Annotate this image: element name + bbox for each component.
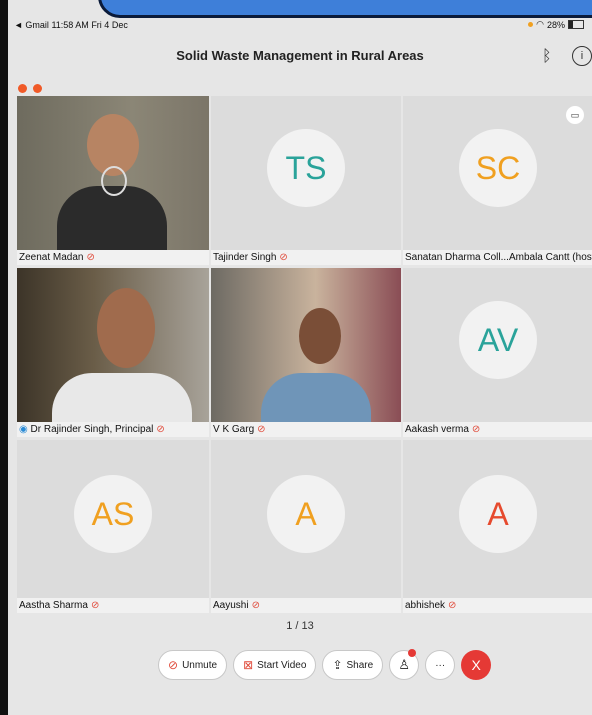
participant-name-strip: Zeenat Madan ⊘ <box>17 250 209 265</box>
status-bar: ◄ Gmail 11:58 AM Fri 4 Dec ◠ 28% <box>8 16 592 34</box>
mic-indicator-icon <box>528 22 534 27</box>
status-left: ◄ Gmail 11:58 AM Fri 4 Dec <box>14 20 128 30</box>
battery-percent: 28% <box>546 19 565 30</box>
participant-name: Aastha Sharma <box>19 600 88 611</box>
participant-video-face <box>97 288 155 368</box>
video-off-icon: ⊠ <box>243 658 254 672</box>
left-edge-bar <box>0 0 8 715</box>
participant-tile-7[interactable]: AS Aastha Sharma ⊘ <box>17 440 209 613</box>
back-to-app-link[interactable]: ◄ Gmail <box>14 20 49 30</box>
participant-avatar: AS <box>74 475 152 553</box>
status-time: 11:58 AM <box>51 20 89 30</box>
participant-name: Aakash verma <box>405 424 469 435</box>
muted-mic-icon: ⊘ <box>90 600 100 611</box>
notification-badge <box>408 649 417 657</box>
status-right: ◠ 28% <box>528 19 584 30</box>
end-call-button[interactable]: X <box>461 650 492 680</box>
muted-mic-icon: ⊘ <box>86 252 95 263</box>
muted-mic-icon: ⊘ <box>471 424 481 435</box>
participant-name: abhishek <box>405 600 446 611</box>
participant-avatar: TS <box>267 129 345 207</box>
recording-indicators <box>18 84 42 93</box>
ipad-screen: ◄ Gmail 11:58 AM Fri 4 Dec ◠ 28% Solid W… <box>8 0 592 715</box>
status-date: Fri 4 Dec <box>91 20 128 30</box>
participant-name-strip: abhishek ⊘ <box>403 598 592 613</box>
start-video-button[interactable]: ⊠ Start Video <box>233 650 317 680</box>
muted-mic-icon: ⊘ <box>257 424 266 435</box>
meeting-title: Solid Waste Management in Rural Areas <box>176 48 424 63</box>
participants-button[interactable]: ♙ <box>389 649 420 680</box>
muted-mic-icon: ⊘ <box>156 424 165 435</box>
page-indicator: 1 / 13 <box>286 620 314 632</box>
participant-name: V K Garg <box>213 424 255 435</box>
participant-avatar: AV <box>459 301 537 379</box>
host-indicator-icon: ◉ <box>19 424 28 435</box>
unmute-button[interactable]: ⊘ Unmute <box>158 650 228 680</box>
participant-name: Sanatan Dharma Coll...Ambala Cantt (host… <box>405 252 592 263</box>
participant-tile-5[interactable]: V K Garg ⊘ <box>211 268 401 437</box>
participant-tile-6[interactable]: AV Aakash verma ⊘ <box>403 268 592 437</box>
participant-name-strip: Aayushi ⊘ <box>211 598 401 613</box>
participant-name-strip: Aakash verma ⊘ <box>403 422 592 437</box>
participant-tile-1[interactable]: Zeenat Madan ⊘ <box>17 96 209 265</box>
participant-name: Dr Rajinder Singh, Principal <box>30 424 154 435</box>
participant-name: Zeenat Madan <box>19 252 84 263</box>
bluetooth-icon[interactable]: ᛒ <box>542 48 552 66</box>
participant-name: Tajinder Singh <box>213 252 277 263</box>
participant-tile-9[interactable]: A abhishek ⊘ <box>403 440 592 613</box>
participant-name-strip: Sanatan Dharma Coll...Ambala Cantt (host… <box>403 250 592 265</box>
share-button[interactable]: ⇪ Share <box>322 650 384 680</box>
meeting-toolbar: ⊘ Unmute ⊠ Start Video ⇪ Share ♙ ··· X <box>158 649 492 680</box>
recording-icon <box>18 84 27 93</box>
more-label: ··· <box>435 659 446 671</box>
participants-icon: ♙ <box>398 657 411 672</box>
participant-tile-2[interactable]: TS Tajinder Singh ⊘ <box>211 96 401 265</box>
end-call-icon: X <box>471 657 481 673</box>
participant-tile-3[interactable]: ▭ SC Sanatan Dharma Coll...Ambala Cantt … <box>403 96 592 265</box>
camera-switch-icon[interactable]: ▭ <box>566 106 584 124</box>
participant-name-strip: ◉ Dr Rajinder Singh, Principal ⊘ <box>17 422 209 437</box>
share-icon: ⇪ <box>332 658 343 672</box>
participant-name-strip: Tajinder Singh ⊘ <box>211 250 401 265</box>
participant-name-strip: V K Garg ⊘ <box>211 422 401 437</box>
start-video-label: Start Video <box>257 659 307 671</box>
muted-mic-icon: ⊘ <box>448 600 457 611</box>
participant-avatar: SC <box>459 129 537 207</box>
more-button[interactable]: ··· <box>425 650 456 680</box>
muted-mic-icon: ⊘ <box>168 658 179 672</box>
participant-tile-4[interactable]: ◉ Dr Rajinder Singh, Principal ⊘ <box>17 268 209 437</box>
live-icon <box>33 84 42 93</box>
wifi-icon: ◠ <box>536 19 544 29</box>
share-label: Share <box>346 659 374 671</box>
participant-tile-8[interactable]: A Aayushi ⊘ <box>211 440 401 613</box>
mic-overlay-icon <box>101 166 127 196</box>
participant-name: Aayushi <box>213 600 249 611</box>
battery-icon <box>568 20 584 29</box>
participant-video-face <box>299 308 341 364</box>
unmute-label: Unmute <box>182 659 218 671</box>
muted-mic-icon: ⊘ <box>251 600 260 611</box>
info-icon[interactable]: i <box>572 46 592 66</box>
participant-name-strip: Aastha Sharma ⊘ <box>17 598 209 613</box>
muted-mic-icon: ⊘ <box>279 252 288 263</box>
meeting-header: Solid Waste Management in Rural Areas ᛒ … <box>8 36 592 76</box>
participant-avatar: A <box>267 475 345 553</box>
participant-avatar: A <box>459 475 537 553</box>
